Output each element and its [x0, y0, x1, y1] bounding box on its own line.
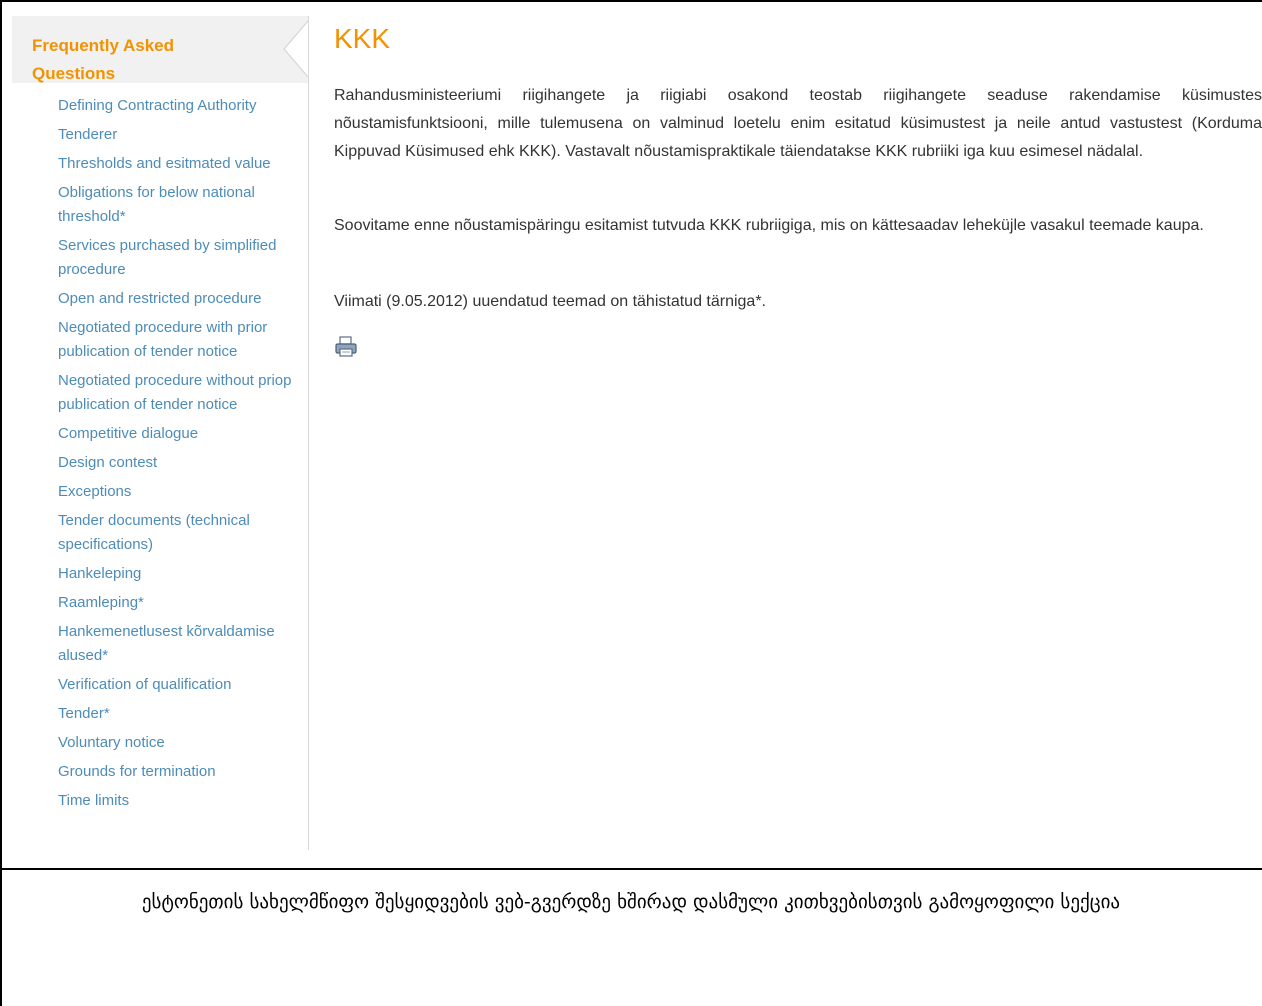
printer-icon[interactable] — [334, 336, 358, 358]
sidebar-item-exceptions[interactable]: Exceptions — [58, 480, 298, 504]
sidebar-item-thresholds[interactable]: Thresholds and esitmated value — [58, 152, 298, 176]
sidebar-item-defining-contracting-authority[interactable]: Defining Contracting Authority — [58, 94, 298, 118]
sidebar: Frequently Asked Questions Defining Cont… — [12, 16, 309, 850]
intro-paragraph: Rahandusministeeriumi riigihangete ja ri… — [334, 87, 1262, 160]
sidebar-item-tenderer[interactable]: Tenderer — [58, 123, 298, 147]
sidebar-item-competitive-dialogue[interactable]: Competitive dialogue — [58, 422, 298, 446]
sidebar-item-negotiated-with-publication[interactable]: Negotiated procedure with prior publicat… — [58, 316, 298, 364]
sidebar-header: Frequently Asked Questions — [12, 16, 308, 83]
faq-topic-list: Defining Contracting Authority Tenderer … — [58, 94, 298, 818]
sidebar-item-services-simplified-procedure[interactable]: Services purchased by simplified procedu… — [58, 234, 298, 282]
sidebar-item-raamleping[interactable]: Raamleping* — [58, 591, 298, 615]
sidebar-item-tender-documents[interactable]: Tender documents (technical specificatio… — [58, 509, 298, 557]
sidebar-item-hankeleping[interactable]: Hankeleping — [58, 562, 298, 586]
sidebar-item-open-restricted-procedure[interactable]: Open and restricted procedure — [58, 287, 298, 311]
recommendation-paragraph: Soovitame enne nõustamispäringu esitamis… — [334, 217, 1204, 234]
sidebar-title: Frequently Asked Questions — [32, 36, 175, 83]
sidebar-item-design-contest[interactable]: Design contest — [58, 451, 298, 475]
sidebar-item-negotiated-without-publication[interactable]: Negotiated procedure without priop publi… — [58, 369, 298, 417]
sidebar-item-time-limits[interactable]: Time limits — [58, 789, 298, 813]
sidebar-item-verification-qualification[interactable]: Verification of qualification — [58, 673, 298, 697]
page-title: KKK — [334, 23, 391, 54]
webpage-screenshot: Frequently Asked Questions Defining Cont… — [2, 2, 1262, 868]
sidebar-item-tender[interactable]: Tender* — [58, 702, 298, 726]
figure-caption: ესტონეთის სახელმწიფო შესყიდვების ვებ-გვე… — [0, 870, 1262, 1006]
active-arrow-icon — [283, 21, 308, 77]
main-content: KKK Rahandusministeeriumi riigihangete j… — [334, 20, 1262, 357]
sidebar-item-korvaldamise-alused[interactable]: Hankemenetlusest kõrvaldamise alused* — [58, 620, 298, 668]
sidebar-item-obligations-below-threshold[interactable]: Obligations for below national threshold… — [58, 181, 298, 229]
sidebar-item-grounds-termination[interactable]: Grounds for termination — [58, 760, 298, 784]
sidebar-item-voluntary-notice[interactable]: Voluntary notice — [58, 731, 298, 755]
last-updated-paragraph: Viimati (9.05.2012) uuendatud teemad on … — [334, 293, 766, 310]
caption-text: ესტონეთის სახელმწიფო შესყიდვების ვებ-გვე… — [141, 891, 1121, 913]
